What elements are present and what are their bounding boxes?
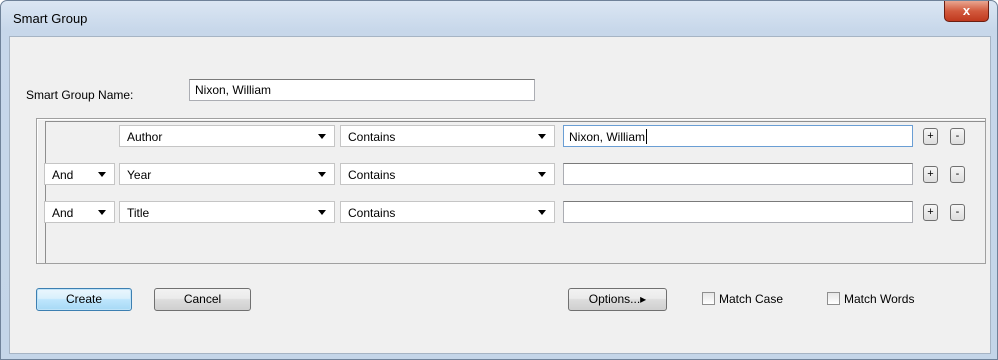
smart-group-name-label: Smart Group Name: — [26, 88, 134, 102]
create-button[interactable]: Create — [36, 288, 132, 311]
match-case-label: Match Case — [719, 292, 784, 306]
field-select-value: Author — [127, 130, 163, 144]
window-title: Smart Group — [13, 11, 88, 26]
operator-select-row-1[interactable]: Contains — [340, 125, 555, 147]
remove-criterion-button[interactable]: - — [950, 128, 965, 145]
field-select-row-3[interactable]: Title — [119, 201, 335, 223]
value-input-row-1[interactable]: Nixon, William — [563, 125, 913, 147]
cancel-button[interactable]: Cancel — [154, 288, 251, 311]
add-criterion-button[interactable]: + — [923, 166, 938, 183]
value-input-row-3[interactable] — [563, 201, 913, 223]
chevron-down-icon — [98, 210, 106, 215]
add-criterion-button[interactable]: + — [923, 204, 938, 221]
smart-group-name-input[interactable]: Nixon, William — [189, 79, 535, 101]
chevron-down-icon — [538, 210, 546, 215]
match-words-checkbox[interactable] — [827, 292, 840, 305]
connector-select-row-2[interactable]: And — [44, 163, 115, 185]
chevron-down-icon — [538, 134, 546, 139]
dialog-body: Smart Group Name: Nixon, William Author … — [9, 36, 991, 354]
connector-select-row-3[interactable]: And — [44, 201, 115, 223]
field-select-row-1[interactable]: Author — [119, 125, 335, 147]
connector-select-value: And — [52, 206, 74, 220]
operator-select-row-2[interactable]: Contains — [340, 163, 555, 185]
field-select-value: Year — [127, 168, 152, 182]
chevron-down-icon — [318, 210, 326, 215]
chevron-down-icon — [98, 172, 106, 177]
match-words-label: Match Words — [844, 292, 915, 306]
chevron-down-icon — [538, 172, 546, 177]
value-input-text: Nixon, William — [569, 130, 646, 144]
smart-group-dialog: Smart Group x Smart Group Name: Nixon, W… — [0, 0, 998, 360]
operator-select-value: Contains — [348, 168, 396, 182]
chevron-down-icon — [318, 172, 326, 177]
options-button[interactable]: Options...▸ — [568, 288, 667, 311]
remove-criterion-button[interactable]: - — [950, 166, 965, 183]
field-select-value: Title — [127, 206, 150, 220]
close-button[interactable]: x — [944, 1, 989, 22]
chevron-down-icon — [318, 134, 326, 139]
operator-select-row-3[interactable]: Contains — [340, 201, 555, 223]
add-criterion-button[interactable]: + — [923, 128, 938, 145]
remove-criterion-button[interactable]: - — [950, 204, 965, 221]
title-bar: Smart Group x — [1, 1, 997, 31]
value-input-row-2[interactable] — [563, 163, 913, 185]
operator-select-value: Contains — [348, 206, 396, 220]
connector-select-value: And — [52, 168, 74, 182]
field-select-row-2[interactable]: Year — [119, 163, 335, 185]
operator-select-value: Contains — [348, 130, 396, 144]
text-caret — [646, 129, 648, 144]
match-case-checkbox[interactable] — [702, 292, 715, 305]
